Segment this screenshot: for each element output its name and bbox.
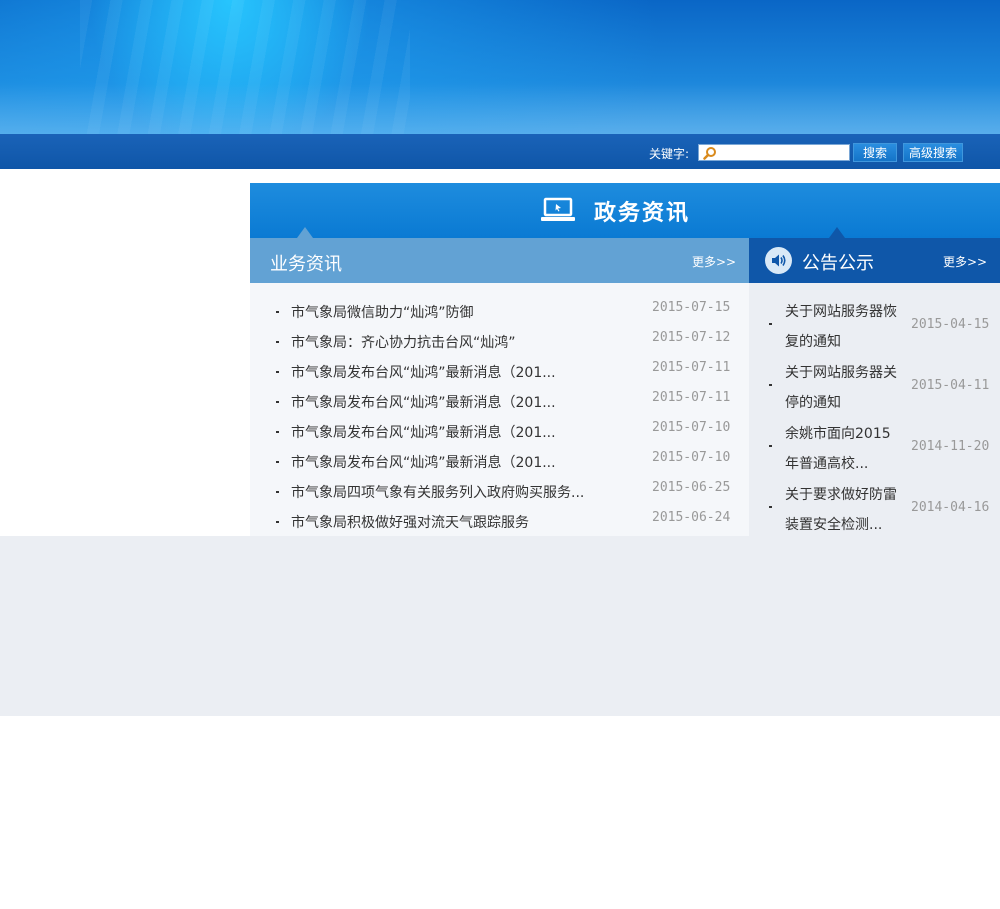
- search-input-box[interactable]: [698, 144, 850, 161]
- notice-item-title[interactable]: 关于要求做好防雷装置安全检测...: [785, 480, 903, 540]
- notice-more-link[interactable]: 更多>>: [943, 253, 987, 270]
- business-news-list: 市气象局微信助力“灿鸿”防御 2015-07-15 市气象局：齐心协力抗击台风“…: [250, 283, 749, 536]
- business-news-title: 业务资讯: [270, 254, 342, 275]
- list-item[interactable]: 余姚市面向2015年普通高校... 2014-11-20: [749, 411, 1000, 472]
- list-item[interactable]: 市气象局发布台风“灿鸿”最新消息（201... 2015-07-11: [250, 351, 749, 381]
- search-input[interactable]: [719, 145, 847, 160]
- bullet: [276, 491, 279, 493]
- list-item[interactable]: 关于要求做好防雷装置安全检测... 2014-04-16: [749, 472, 1000, 533]
- bullet: [769, 506, 772, 508]
- search-button[interactable]: 搜索: [853, 143, 897, 162]
- news-title[interactable]: 市气象局发布台风“灿鸿”最新消息（201...: [291, 362, 556, 382]
- list-item[interactable]: 市气象局四项气象有关服务列入政府购买服务... 2015-06-25: [250, 471, 749, 501]
- bullet: [276, 461, 279, 463]
- list-item[interactable]: 市气象局发布台风“灿鸿”最新消息（201... 2015-07-10: [250, 441, 749, 471]
- notice-item-date: 2015-04-11: [911, 378, 990, 393]
- advanced-search-button[interactable]: 高级搜索: [903, 143, 963, 162]
- news-title[interactable]: 市气象局微信助力“灿鸿”防御: [291, 302, 474, 322]
- bullet: [276, 401, 279, 403]
- header-banner: [0, 0, 1000, 134]
- news-title[interactable]: 市气象局发布台风“灿鸿”最新消息（201...: [291, 422, 556, 442]
- gov-news-header: 政务资讯: [250, 183, 1000, 238]
- speaker-icon: [765, 247, 792, 274]
- list-item[interactable]: 关于网站服务器恢复的通知 2015-04-15: [749, 289, 1000, 350]
- laptop-icon: [541, 197, 575, 221]
- notice-item-title[interactable]: 余姚市面向2015年普通高校...: [785, 419, 903, 479]
- tab-pointer-right: [829, 227, 845, 238]
- news-date: 2015-07-11: [652, 360, 731, 375]
- search-bar: 关键字:: [0, 134, 1000, 169]
- news-date: 2015-06-24: [652, 510, 731, 525]
- notice-header: 公告公示 更多>>: [749, 238, 1000, 283]
- bullet: [276, 521, 279, 523]
- news-date: 2015-06-25: [652, 480, 731, 495]
- news-title[interactable]: 市气象局积极做好强对流天气跟踪服务: [291, 512, 529, 532]
- notice-item-date: 2014-11-20: [911, 439, 990, 454]
- business-more-link[interactable]: 更多>>: [692, 253, 736, 270]
- list-item[interactable]: 市气象局微信助力“灿鸿”防御 2015-07-15: [250, 291, 749, 321]
- notice-title: 公告公示: [802, 253, 874, 274]
- notice-list: 关于网站服务器恢复的通知 2015-04-15 关于网站服务器关停的通知 201…: [749, 283, 1000, 536]
- bullet: [769, 445, 772, 447]
- notice-item-title[interactable]: 关于网站服务器恢复的通知: [785, 297, 903, 357]
- list-item[interactable]: 关于网站服务器关停的通知 2015-04-11: [749, 350, 1000, 411]
- keyword-label: 关键字:: [649, 147, 690, 161]
- notice-item-title[interactable]: 关于网站服务器关停的通知: [785, 358, 903, 418]
- bullet: [276, 341, 279, 343]
- list-item[interactable]: 市气象局发布台风“灿鸿”最新消息（201... 2015-07-11: [250, 381, 749, 411]
- news-title[interactable]: 市气象局发布台风“灿鸿”最新消息（201...: [291, 452, 556, 472]
- news-date: 2015-07-11: [652, 390, 731, 405]
- business-news-header: 业务资讯 更多>>: [250, 238, 749, 283]
- bullet: [276, 431, 279, 433]
- news-title[interactable]: 市气象局发布台风“灿鸿”最新消息（201...: [291, 392, 556, 412]
- bullet: [276, 371, 279, 373]
- news-title[interactable]: 市气象局：齐心协力抗击台风“灿鸿”: [291, 332, 516, 352]
- tab-pointer-left: [297, 227, 313, 238]
- bullet: [769, 323, 772, 325]
- bullet: [276, 311, 279, 313]
- news-title[interactable]: 市气象局四项气象有关服务列入政府购买服务...: [291, 482, 584, 502]
- list-item[interactable]: 市气象局发布台风“灿鸿”最新消息（201... 2015-07-10: [250, 411, 749, 441]
- banner-fade: [0, 84, 1000, 134]
- gov-news-title: 政务资讯: [594, 201, 691, 226]
- news-date: 2015-07-10: [652, 420, 731, 435]
- news-date: 2015-07-12: [652, 330, 731, 345]
- notice-item-date: 2015-04-15: [911, 317, 990, 332]
- news-date: 2015-07-15: [652, 300, 731, 315]
- search-icon: [703, 147, 716, 160]
- bullet: [769, 384, 772, 386]
- list-item[interactable]: 市气象局积极做好强对流天气跟踪服务 2015-06-24: [250, 501, 749, 531]
- list-item[interactable]: 市气象局：齐心协力抗击台风“灿鸿” 2015-07-12: [250, 321, 749, 351]
- notice-item-date: 2014-04-16: [911, 500, 990, 515]
- news-date: 2015-07-10: [652, 450, 731, 465]
- page-footer-area: [0, 536, 1000, 716]
